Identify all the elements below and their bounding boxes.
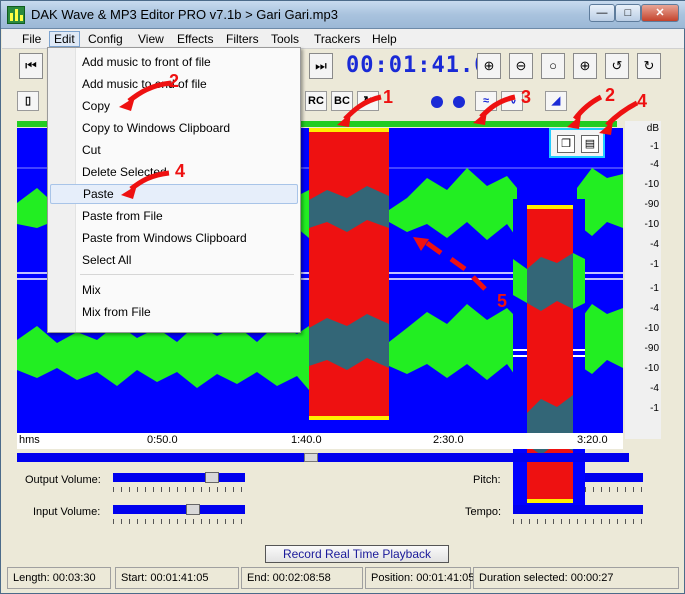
annotation-4a: 4	[175, 161, 186, 181]
annotation-4b: 4	[637, 91, 648, 111]
annotation-1: 1	[383, 87, 394, 107]
arrow-drag-path	[425, 240, 487, 291]
annotation-2a: 2	[169, 71, 180, 91]
arrow-to-copy	[127, 80, 172, 103]
annotation-arrows	[119, 80, 639, 291]
annotation-3: 3	[521, 87, 532, 107]
arrow-head-paste	[121, 185, 137, 199]
arrow-head-selection	[337, 113, 351, 127]
arrow-to-paste-icon	[605, 100, 639, 127]
app-window: DAK Wave & MP3 Editor PRO v7.1b > Gari G…	[0, 0, 685, 594]
annotation-5: 5	[497, 291, 508, 311]
arrow-head-wave-tool	[473, 111, 487, 125]
annotation-2b: 2	[605, 85, 616, 105]
arrow-head-copy	[119, 97, 135, 111]
arrow-to-copy-icon	[573, 94, 603, 121]
arrow-to-paste	[129, 170, 170, 191]
